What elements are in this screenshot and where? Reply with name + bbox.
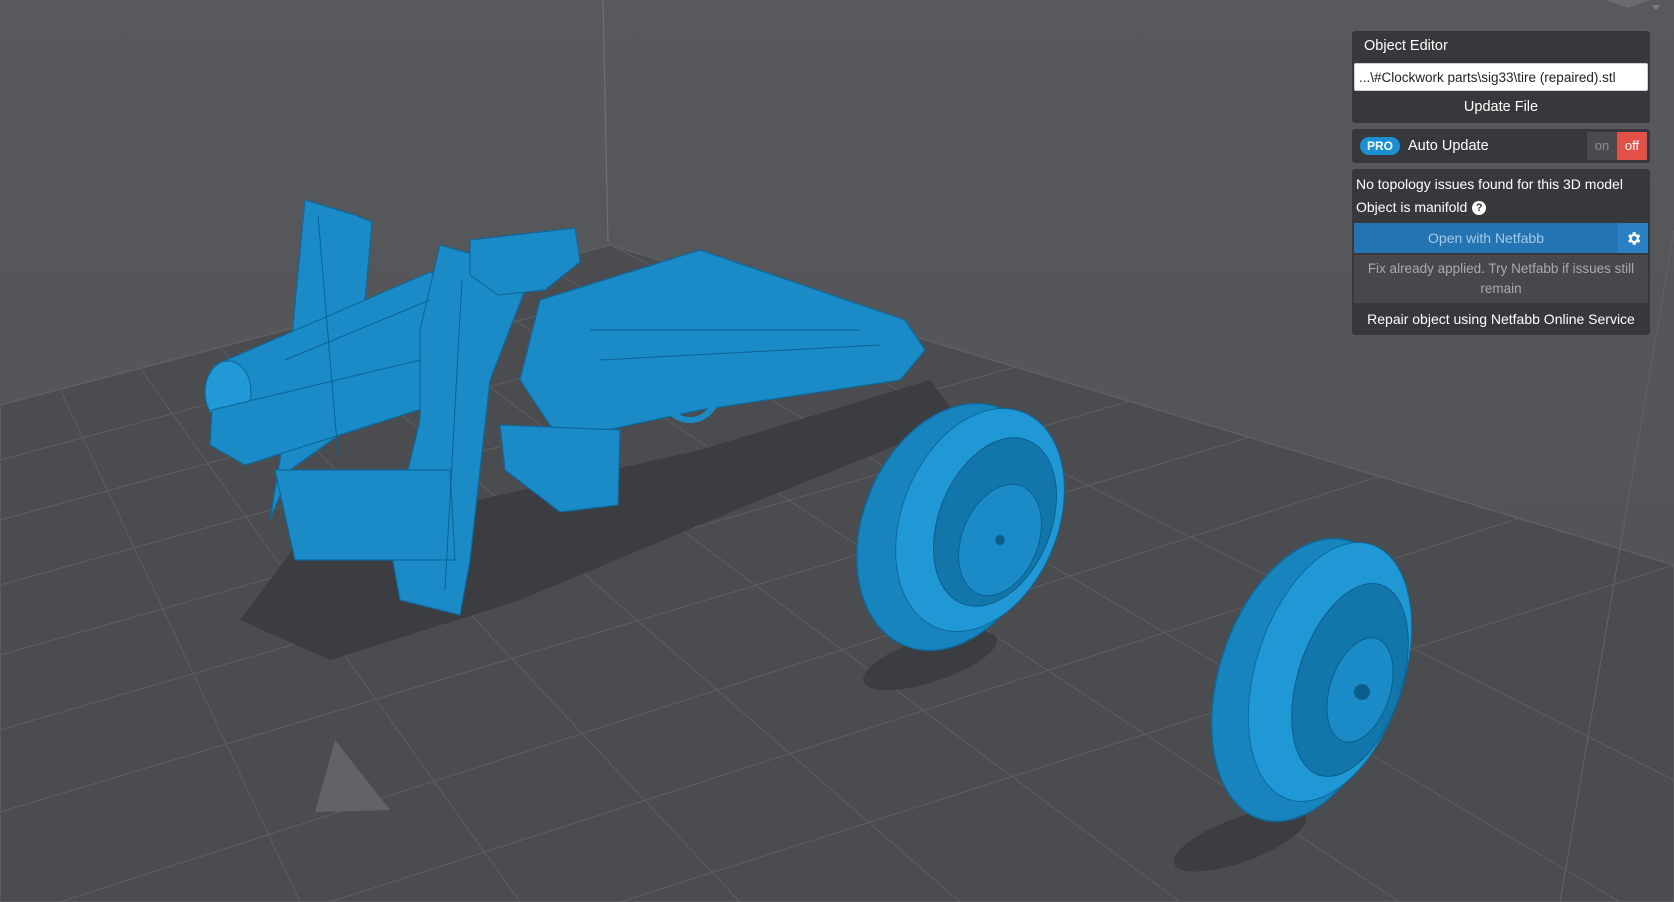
manifold-status: Object is manifold — [1356, 199, 1468, 215]
auto-update-block: PRO Auto Update on off — [1352, 129, 1650, 163]
topology-status: No topology issues found for this 3D mod… — [1356, 176, 1623, 192]
update-file-button[interactable]: Update File — [1352, 91, 1650, 123]
file-block: Object Editor Update File — [1352, 31, 1650, 123]
fix-applied-note: Fix already applied. Try Netfabb if issu… — [1354, 255, 1648, 303]
topology-info: No topology issues found for this 3D mod… — [1352, 169, 1650, 221]
auto-update-toggle[interactable]: on off — [1587, 132, 1647, 160]
topology-block: No topology issues found for this 3D mod… — [1352, 169, 1650, 335]
auto-update-row: PRO Auto Update on off — [1352, 129, 1650, 163]
pro-badge: PRO — [1360, 137, 1401, 155]
netfabb-settings-button[interactable] — [1618, 223, 1648, 253]
toggle-off-option[interactable]: off — [1617, 132, 1647, 160]
lower-support — [274, 469, 456, 561]
gear-icon — [1627, 231, 1640, 245]
netfabb-row: Open with Netfabb — [1354, 223, 1648, 253]
manifold-row: Object is manifold? — [1356, 196, 1646, 219]
open-with-netfabb-button[interactable]: Open with Netfabb — [1354, 223, 1618, 253]
repair-netfabb-online-button[interactable]: Repair object using Netfabb Online Servi… — [1352, 303, 1650, 335]
auto-update-label: Auto Update — [1408, 138, 1489, 154]
object-editor-panel: Object Editor Update File PRO Auto Updat… — [1352, 31, 1650, 341]
panel-title: Object Editor — [1352, 31, 1650, 61]
question-circle-icon[interactable]: ? — [1472, 201, 1487, 215]
file-path-input[interactable] — [1354, 63, 1648, 91]
toggle-on-option[interactable]: on — [1587, 132, 1617, 160]
